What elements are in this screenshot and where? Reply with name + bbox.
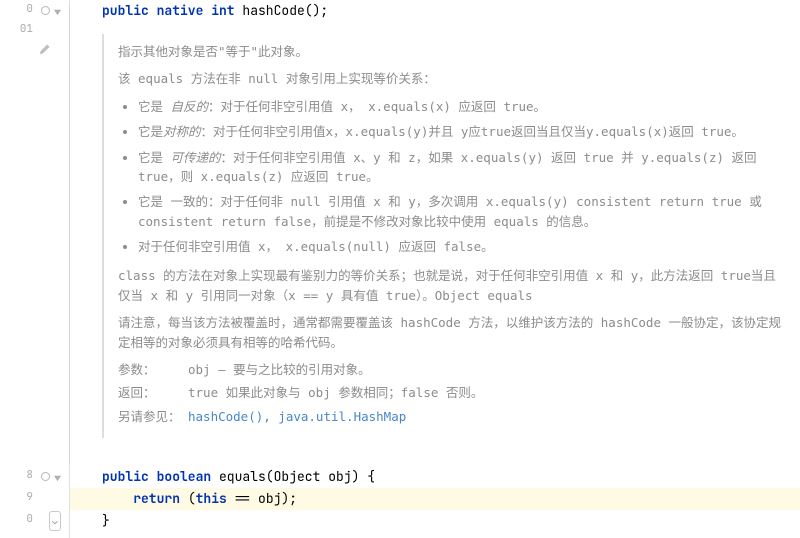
fold-toggle[interactable]: ⌄ — [49, 511, 61, 531]
code-line[interactable]: public boolean equals(Object obj) { — [70, 466, 800, 488]
line-number: 0 — [13, 2, 33, 16]
keyword: this — [196, 490, 227, 507]
line-number: 01 — [13, 22, 33, 36]
line-number: 0 — [13, 512, 33, 526]
doc-bullet: 它是 一致的：对于任何非 null 引用值 x 和 y，多次调用 x.equal… — [138, 192, 782, 231]
nav-down-icon[interactable] — [49, 3, 65, 19]
javadoc-panel: 指示其他对象是否"等于"此对象。 该 equals 方法在非 null 对象引用… — [102, 34, 792, 438]
doc-returns-value: true 如果此对象与 obj 参数相同；false 否则。 — [188, 383, 483, 402]
keyword: public boolean — [102, 468, 211, 485]
doc-bullet: 它是 可传递的：对于任何非空引用值 x、y 和 z，如果 x.equals(y)… — [138, 148, 782, 187]
doc-bullet: 它是 自反的：对于任何非空引用值 x， x.equals(x) 应返回 true… — [138, 97, 782, 116]
code-line[interactable]: } — [70, 510, 800, 532]
method-separator — [69, 6, 70, 464]
doc-bullet: 对于任何非空引用值 x， x.equals(null) 应返回 false。 — [138, 237, 782, 256]
code-line[interactable]: public native int hashCode(); — [70, 0, 800, 22]
doc-bullet-list: 它是 自反的：对于任何非空引用值 x， x.equals(x) 应返回 true… — [124, 97, 782, 257]
doc-paragraph: 该 equals 方法在非 null 对象引用上实现等价关系： — [118, 69, 782, 88]
line-number: 8 — [13, 468, 33, 482]
line-number: 9 — [13, 490, 33, 504]
code-line-current[interactable]: return (this == obj); — [70, 488, 800, 510]
doc-returns-label: 返回： — [118, 383, 188, 402]
doc-paragraph: class 的方法在对象上实现最有鉴别力的等价关系；也就是说，对于任何非空引用值… — [118, 266, 782, 305]
keyword: public native int — [102, 2, 235, 19]
doc-bullet: 它是对称的：对于任何非空引用值x，x.equals(y)并且 y应true返回当… — [138, 122, 782, 141]
doc-params-label: 参数： — [118, 360, 188, 379]
doc-params-value: obj – 要与之比较的引用对象。 — [188, 360, 371, 379]
doc-summary: 指示其他对象是否"等于"此对象。 — [118, 42, 782, 61]
edit-icon[interactable] — [37, 40, 53, 56]
doc-seealso-link[interactable]: hashCode(), java.util.HashMap — [188, 407, 406, 426]
editor-gutter: 0 01 8 9 0 ⌄ — [0, 0, 70, 538]
doc-paragraph: 请注意，每当该方法被覆盖时，通常都需要覆盖该 hashCode 方法，以维护该方… — [118, 313, 782, 352]
nav-down-icon[interactable] — [49, 469, 65, 485]
keyword: return — [133, 490, 180, 507]
doc-seealso-label: 另请参见： — [118, 407, 188, 426]
